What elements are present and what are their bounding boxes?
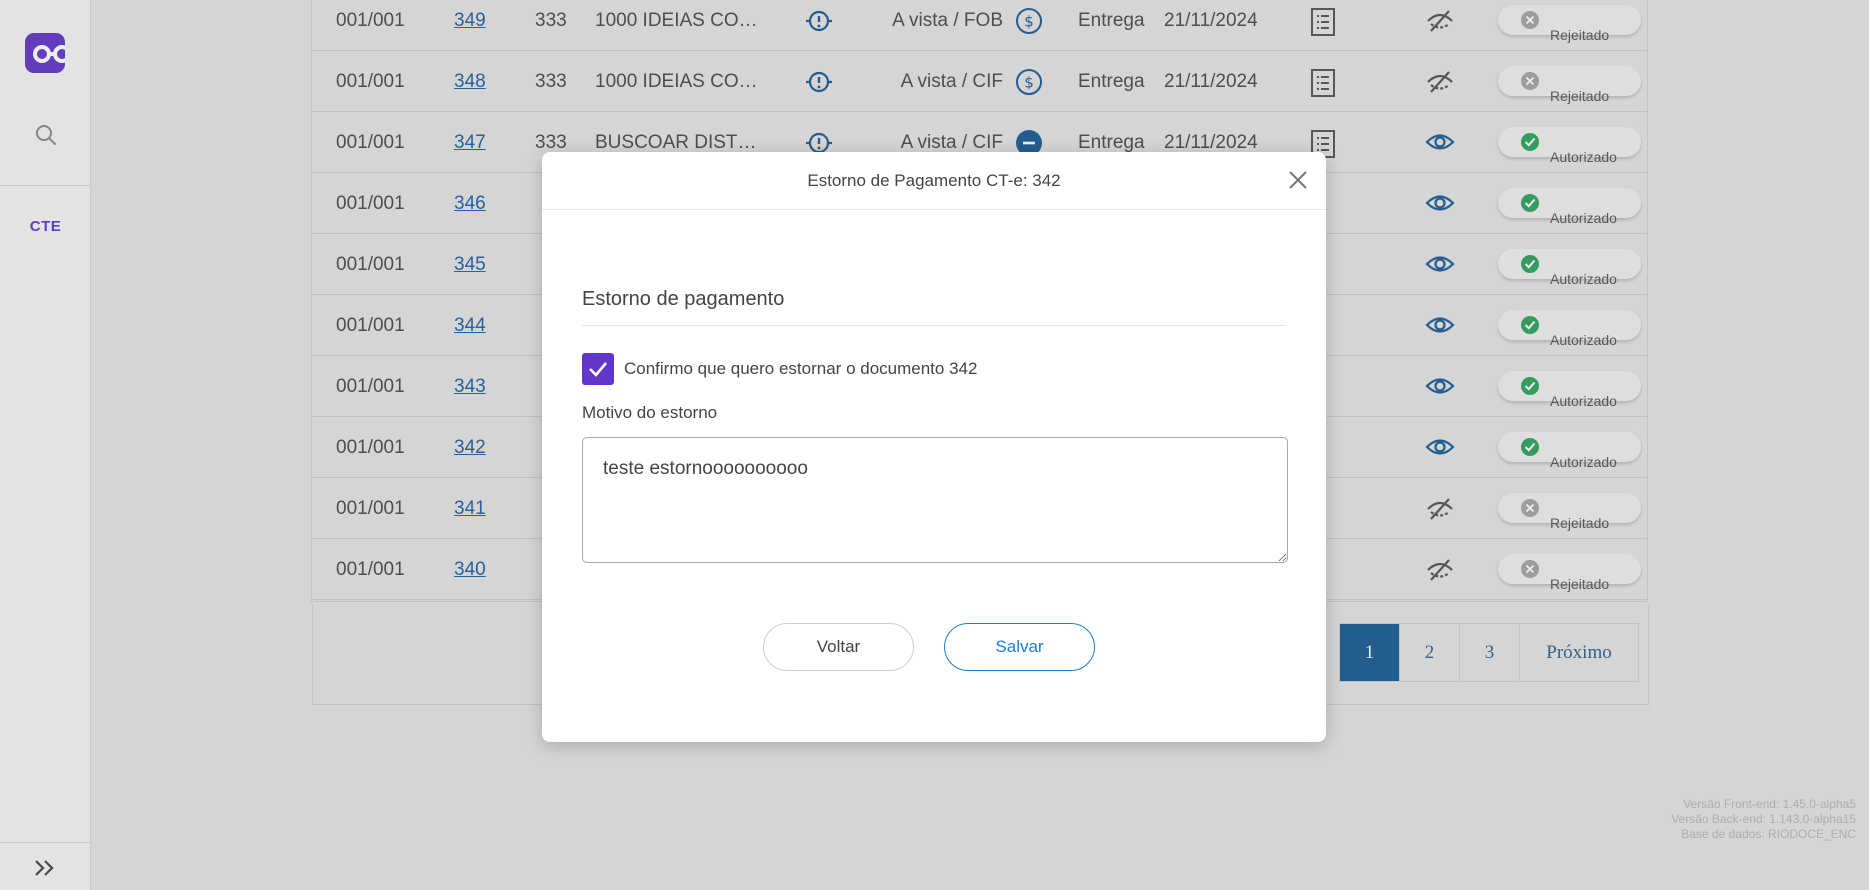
section-title: Estorno de pagamento <box>582 288 785 310</box>
reason-label: Motivo do estorno <box>582 403 718 422</box>
confirm-checkbox-label: Confirmo que quero estornar o documento … <box>624 359 978 378</box>
section-divider <box>582 325 1286 326</box>
reason-textarea[interactable]: teste estornoooooooooo <box>582 437 1288 563</box>
save-button[interactable]: Salvar <box>944 623 1095 671</box>
confirm-checkbox[interactable] <box>582 353 614 385</box>
estorno-modal: Estorno de Pagamento CT-e: 342 Estorno d… <box>542 152 1326 742</box>
check-icon <box>589 362 607 377</box>
close-icon[interactable] <box>1287 169 1309 196</box>
modal-header: Estorno de Pagamento CT-e: 342 <box>542 152 1326 210</box>
modal-title: Estorno de Pagamento CT-e: 342 <box>807 171 1061 190</box>
back-button[interactable]: Voltar <box>763 623 914 671</box>
